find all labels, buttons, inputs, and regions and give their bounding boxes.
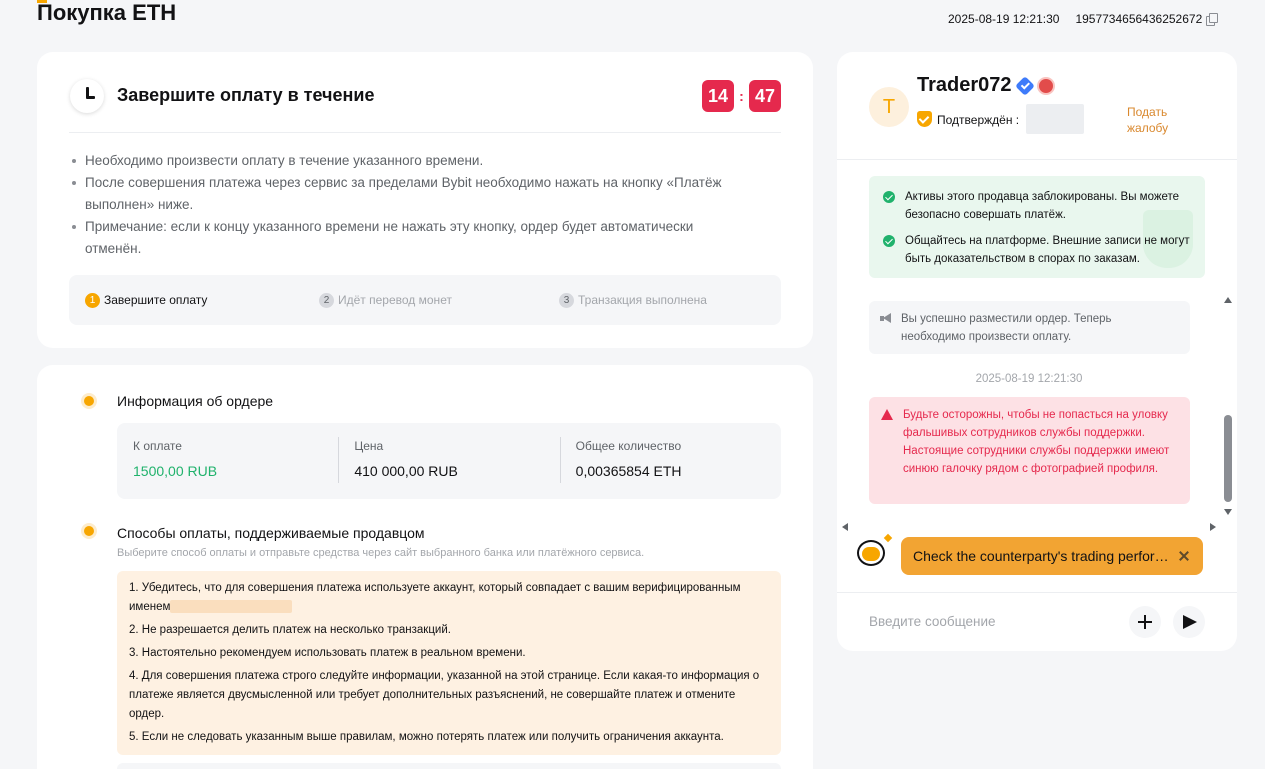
countdown-separator: :: [739, 88, 744, 104]
section-dot: [84, 396, 94, 406]
quantity-label: Общее количество: [575, 439, 682, 453]
message-input[interactable]: [869, 608, 1119, 634]
step-label: Завершите оплату: [104, 293, 208, 307]
clock-icon: [70, 79, 104, 113]
step-coin-transfer: 2 Идёт перевод монет: [319, 292, 559, 308]
payment-note: Необходимо произвести оплату в течение у…: [69, 150, 749, 172]
check-icon: [883, 235, 895, 247]
warning-icon: [881, 409, 893, 420]
payment-note: Примечание: если к концу указанного врем…: [69, 216, 749, 260]
order-info-box: К оплате 1500,00 RUB Цена 410 000,00 RUB…: [117, 423, 781, 499]
safety-item: Общайтесь на платформе. Внешние записи н…: [883, 232, 1193, 268]
step-complete-payment: 1 Завершите оплату: [85, 292, 319, 308]
attach-button[interactable]: [1129, 606, 1161, 638]
price-label: Цена: [354, 439, 384, 453]
scroll-right-arrow[interactable]: [1210, 523, 1216, 531]
chat-timestamp: 2025-08-19 12:21:30: [975, 373, 1083, 385]
close-icon[interactable]: [1177, 549, 1191, 563]
sparkle-icon: [883, 533, 893, 543]
megaphone-icon: [880, 313, 892, 323]
rule-item: 4. Для совершения платежа строго следуйт…: [129, 670, 760, 720]
progress-steps: 1 Завершите оплату 2 Идёт перевод монет …: [69, 275, 781, 325]
payment-methods-title: Способы оплаты, поддерживаемые продавцом: [117, 525, 425, 541]
redacted-name: [170, 600, 293, 614]
payment-rules: 1. Убедитесь, что для совершения платежа…: [117, 571, 781, 755]
assistant-icon[interactable]: [853, 533, 893, 569]
check-icon: [883, 191, 895, 203]
payment-method-box: [117, 763, 781, 769]
divider: [69, 132, 781, 133]
safety-notice: Активы этого продавца заблокированы. Вы …: [869, 176, 1205, 278]
quantity-column: Общее количество 0,00365854 ETH: [559, 423, 781, 499]
avatar: T: [869, 87, 909, 127]
step-transaction-done: 3 Транзакция выполнена: [559, 292, 707, 308]
countdown-minutes: 14: [702, 80, 734, 112]
step-number: 2: [319, 292, 334, 308]
price-value: 410 000,00 RUB: [354, 463, 458, 479]
send-button[interactable]: [1173, 606, 1205, 638]
scroll-up-arrow[interactable]: [1224, 297, 1232, 303]
assistant-suggestion[interactable]: Check the counterparty's trading perform…: [901, 537, 1203, 575]
rule-item: 5. Если не следовать указанным выше прав…: [129, 731, 724, 743]
payment-notes: Необходимо произвести оплату в течение у…: [69, 150, 749, 260]
assistant-face: [862, 547, 880, 561]
verified-icon: [1015, 76, 1035, 96]
timer-title: Завершите оплату в течение: [117, 85, 375, 105]
countdown-seconds: 47: [749, 80, 781, 112]
price-column: Цена 410 000,00 RUB: [338, 423, 559, 499]
to-pay-value: 1500,00 RUB: [133, 463, 218, 479]
rule-item: 1. Убедитесь, что для совершения платежа…: [129, 582, 741, 614]
payment-timer-card: Завершите оплату в течение 14 : 47 Необх…: [37, 52, 813, 348]
complain-link[interactable]: Подать жалобу: [1127, 104, 1187, 136]
warning-message: Будьте осторожны, чтобы не попасться на …: [869, 397, 1190, 504]
order-info-title: Информация об ордере: [117, 393, 274, 409]
page-title: Покупка ETH: [37, 0, 177, 25]
rule-item: 2. Не разрешается делить платеж на неско…: [129, 624, 451, 636]
payment-methods-subtitle: Выберите способ оплаты и отправьте средс…: [117, 547, 645, 559]
to-pay-column: К оплате 1500,00 RUB: [117, 423, 338, 499]
payment-note: После совершения платежа через сервис за…: [69, 172, 749, 216]
shield-icon: [917, 111, 932, 127]
safety-item: Активы этого продавца заблокированы. Вы …: [883, 188, 1193, 224]
redacted-info: [1026, 104, 1084, 134]
step-number: 3: [559, 292, 574, 308]
order-details-card: Информация об ордере К оплате 1500,00 RU…: [37, 365, 813, 769]
order-meta: 2025-08-19 12:21:30 1957734656436252672: [948, 12, 1219, 26]
step-label: Транзакция выполнена: [578, 293, 707, 307]
divider: [837, 592, 1237, 593]
system-message: Вы успешно разместили ордер. Теперь необ…: [869, 301, 1190, 354]
scroll-down-arrow[interactable]: [1224, 509, 1232, 515]
chat-panel: T Trader072 Подтверждён : Подать жалобу …: [837, 52, 1237, 651]
to-pay-label: К оплате: [133, 439, 182, 453]
divider: [837, 159, 1237, 160]
merchant-badge-icon: [1039, 79, 1053, 93]
copy-icon[interactable]: [1206, 13, 1219, 26]
scrollbar-thumb[interactable]: [1224, 415, 1232, 502]
step-number: 1: [85, 292, 100, 308]
verified-label: Подтверждён :: [937, 113, 1020, 127]
step-label: Идёт перевод монет: [338, 293, 452, 307]
quantity-value: 0,00365854 ETH: [575, 463, 682, 479]
countdown: 14 : 47: [702, 80, 781, 112]
order-id: 1957734656436252672: [1075, 12, 1203, 26]
scroll-left-arrow[interactable]: [842, 523, 848, 531]
rule-item: 3. Настоятельно рекомендуем использовать…: [129, 647, 526, 659]
order-datetime: 2025-08-19 12:21:30: [948, 12, 1060, 26]
trader-name[interactable]: Trader072: [917, 74, 1012, 97]
assistant-suggestion-text[interactable]: Check the counterparty's trading perform…: [913, 548, 1169, 564]
section-dot: [84, 526, 94, 536]
